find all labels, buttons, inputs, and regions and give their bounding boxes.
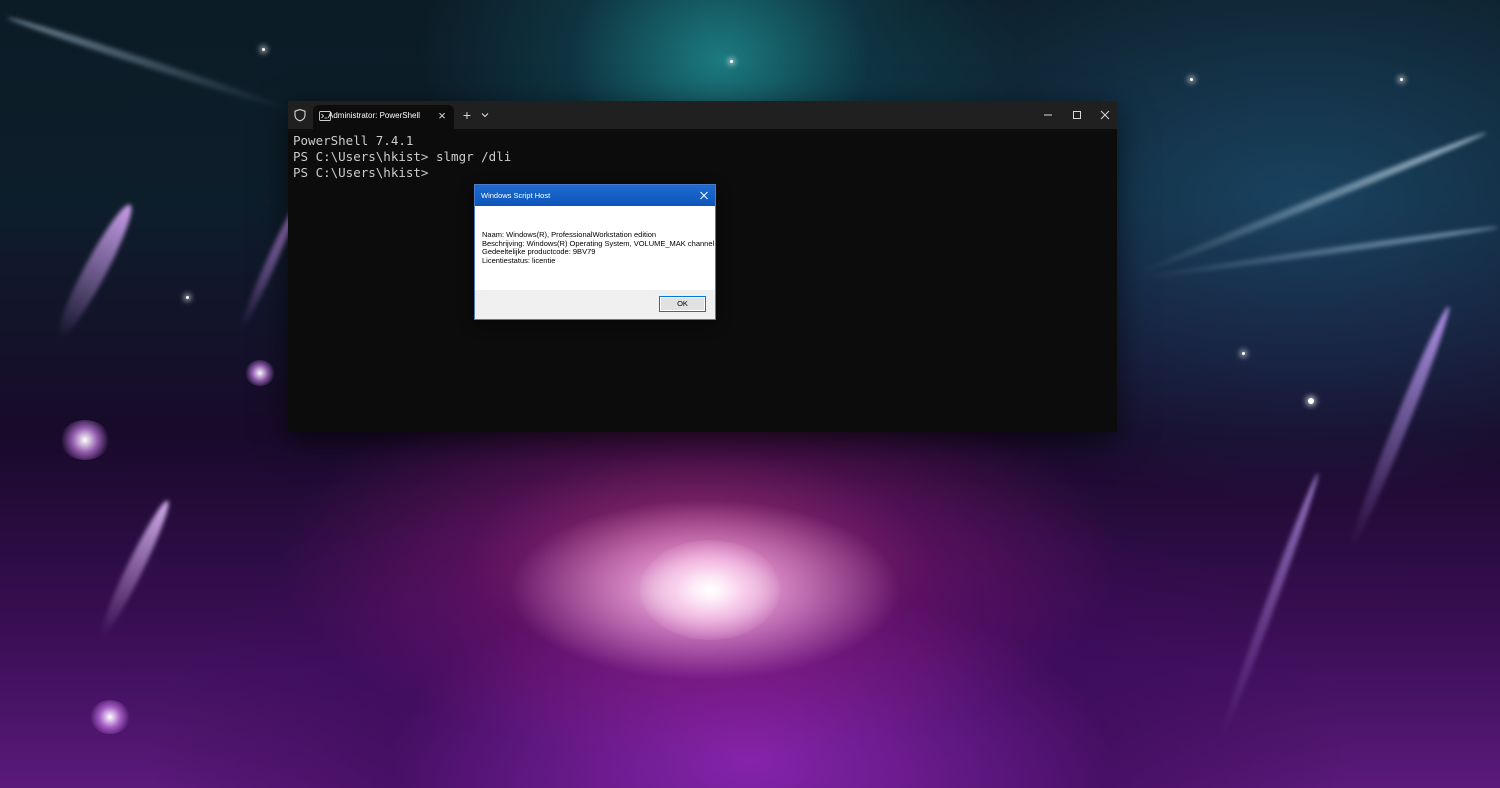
terminal-titlebar[interactable]: Administrator: PowerShell × + bbox=[288, 101, 1117, 129]
wallpaper-streak bbox=[1131, 224, 1499, 282]
maximize-button[interactable] bbox=[1063, 101, 1091, 129]
license-status: Licentiestatus: licentie bbox=[482, 255, 556, 265]
wallpaper-glow bbox=[60, 420, 110, 460]
tab-title: Administrator: PowerShell bbox=[328, 111, 421, 120]
dialog-close-button[interactable] bbox=[696, 188, 712, 203]
tab-close-button[interactable]: × bbox=[434, 107, 450, 125]
wallpaper-star bbox=[1242, 352, 1245, 355]
wallpaper-star bbox=[1190, 78, 1193, 81]
shield-icon bbox=[294, 108, 306, 122]
terminal-line: PS C:\Users\hkist> bbox=[293, 165, 429, 180]
wallpaper-streak bbox=[6, 13, 294, 115]
wallpaper-streak bbox=[94, 497, 176, 639]
dialog-footer: OK bbox=[475, 290, 715, 319]
tab-powershell[interactable]: Administrator: PowerShell × bbox=[313, 105, 454, 129]
dialog-title: Windows Script Host bbox=[481, 191, 551, 200]
wallpaper-streak bbox=[1217, 471, 1323, 739]
wallpaper-streak bbox=[1344, 303, 1456, 551]
dialog-titlebar[interactable]: Windows Script Host bbox=[475, 185, 715, 206]
wallpaper-star bbox=[1400, 78, 1403, 81]
wallpaper-glow bbox=[640, 540, 780, 640]
wallpaper-star bbox=[730, 60, 733, 63]
terminal-line: PowerShell 7.4.1 bbox=[293, 133, 414, 148]
close-button[interactable] bbox=[1091, 101, 1119, 129]
wallpaper-streak bbox=[50, 199, 140, 343]
dialog-message: Naam: Windows(R), ProfessionalWorkstatio… bbox=[482, 230, 714, 265]
wallpaper-star bbox=[1308, 398, 1314, 404]
script-host-dialog[interactable]: Windows Script Host Naam: Windows(R), Pr… bbox=[474, 184, 716, 320]
terminal-line: PS C:\Users\hkist> slmgr /dli bbox=[293, 149, 512, 164]
terminal-output[interactable]: PowerShell 7.4.1 PS C:\Users\hkist> slmg… bbox=[293, 133, 511, 181]
wallpaper-star bbox=[186, 296, 189, 299]
wallpaper-star bbox=[262, 48, 265, 51]
wallpaper-glow bbox=[90, 700, 130, 734]
minimize-button[interactable] bbox=[1034, 101, 1062, 129]
chevron-down-icon[interactable] bbox=[478, 108, 492, 122]
new-tab-button[interactable]: + bbox=[459, 106, 475, 124]
wallpaper-streak bbox=[1132, 129, 1488, 279]
wallpaper-glow bbox=[245, 360, 275, 386]
ok-button[interactable]: OK bbox=[659, 296, 706, 312]
